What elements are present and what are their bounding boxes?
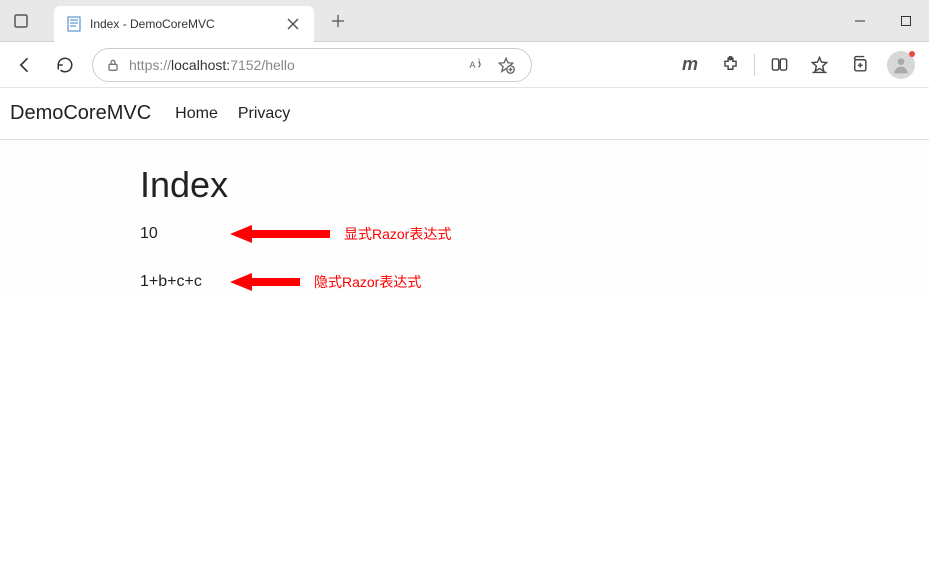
svg-text:》: 》 xyxy=(477,59,482,65)
url-path: 7152/hello xyxy=(230,57,295,73)
split-screen-icon[interactable] xyxy=(759,45,799,85)
site-info-icon[interactable] xyxy=(103,57,123,73)
site-brand[interactable]: DemoCoreMVC xyxy=(10,102,151,125)
annotation-arrow-1 xyxy=(230,222,330,246)
tab-title: Index - DemoCoreMVC xyxy=(90,17,284,31)
new-tab-button[interactable] xyxy=(322,5,354,37)
window-maximize-button[interactable] xyxy=(883,0,929,42)
value-row-1: 10 显式Razor表达式 xyxy=(140,222,929,246)
url-text: https://localhost:7152/hello xyxy=(129,57,461,73)
page-content: Index 10 显式Razor表达式 1+b+c+c 隐式Razor表达式 xyxy=(0,140,929,294)
back-button[interactable] xyxy=(6,46,44,84)
tab-actions-button[interactable] xyxy=(0,0,42,42)
nav-link-privacy[interactable]: Privacy xyxy=(238,105,290,123)
m-extension-icon[interactable]: m xyxy=(670,45,710,85)
address-bar[interactable]: https://localhost:7152/hello A》 xyxy=(92,48,532,82)
window-minimize-button[interactable] xyxy=(837,0,883,42)
annotation-arrow-2 xyxy=(230,270,300,294)
output-value-2: 1+b+c+c xyxy=(140,273,230,291)
collections-icon[interactable] xyxy=(839,45,879,85)
annotation-text-2: 隐式Razor表达式 xyxy=(314,272,421,292)
tab-strip: Index - DemoCoreMVC xyxy=(54,0,354,41)
page-heading: Index xyxy=(140,164,929,206)
favorite-star-icon[interactable] xyxy=(491,50,521,80)
toolbar-right: m xyxy=(670,45,923,85)
refresh-button[interactable] xyxy=(46,46,84,84)
window-controls xyxy=(837,0,929,42)
annotation-text-1: 显式Razor表达式 xyxy=(344,224,451,244)
tab-favicon-icon xyxy=(66,16,82,32)
svg-text:A: A xyxy=(469,60,476,70)
url-host: localhost: xyxy=(171,57,230,73)
browser-toolbar: https://localhost:7152/hello A》 m xyxy=(0,42,929,88)
value-row-2: 1+b+c+c 隐式Razor表达式 xyxy=(140,270,929,294)
tab-close-button[interactable] xyxy=(284,15,302,33)
nav-link-home[interactable]: Home xyxy=(175,105,218,123)
browser-tab[interactable]: Index - DemoCoreMVC xyxy=(54,6,314,42)
extensions-icon[interactable] xyxy=(710,45,750,85)
site-navbar: DemoCoreMVC Home Privacy xyxy=(0,88,929,140)
profile-avatar[interactable] xyxy=(887,51,915,79)
output-value-1: 10 xyxy=(140,225,230,243)
browser-title-bar: Index - DemoCoreMVC xyxy=(0,0,929,42)
url-scheme: https:// xyxy=(129,57,171,73)
toolbar-separator xyxy=(754,54,755,76)
favorites-icon[interactable] xyxy=(799,45,839,85)
notification-dot-icon xyxy=(909,51,915,57)
read-aloud-icon[interactable]: A》 xyxy=(461,50,491,80)
